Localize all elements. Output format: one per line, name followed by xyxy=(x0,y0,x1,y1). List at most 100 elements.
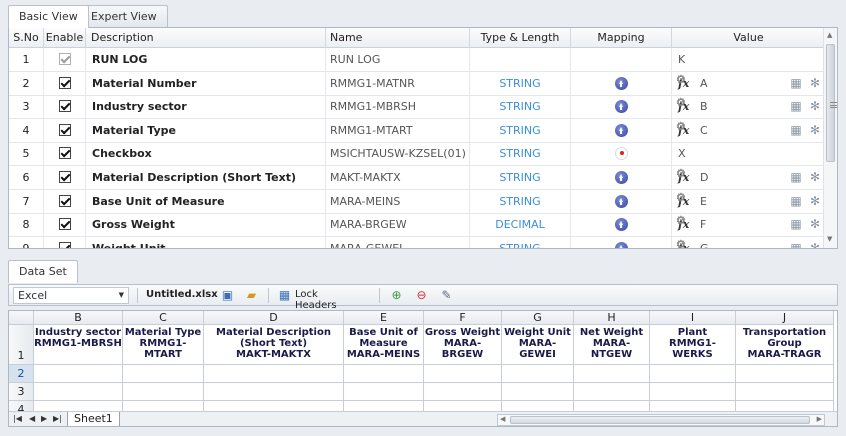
sheet-cell[interactable] xyxy=(650,383,736,401)
table-lookup-icon[interactable]: ▦ xyxy=(789,217,803,231)
table-lookup-icon[interactable]: ▦ xyxy=(789,170,803,184)
grid-vertical-scrollbar[interactable]: ▲ ▼ xyxy=(823,28,837,248)
remove-sheet-icon[interactable]: ⊖ xyxy=(414,288,429,303)
mapping-upload-icon[interactable] xyxy=(614,194,628,208)
column-header[interactable]: D xyxy=(204,311,344,325)
mapping-upload-icon[interactable] xyxy=(614,123,628,137)
column-header[interactable]: I xyxy=(650,311,736,325)
formula-icon[interactable]: fx xyxy=(676,166,694,189)
settings-gear-icon[interactable]: ✻ xyxy=(808,194,822,208)
enable-checkbox[interactable] xyxy=(58,171,71,183)
column-header[interactable]: C xyxy=(123,311,204,325)
header-cell[interactable]: Material Description (Short Text) MAKT-M… xyxy=(204,325,344,365)
lock-headers-button[interactable]: ▦ Lock Headers xyxy=(277,285,357,311)
sheet-cell[interactable] xyxy=(344,365,424,383)
header-mapping[interactable]: Mapping xyxy=(571,28,672,48)
settings-gear-icon[interactable]: ✻ xyxy=(808,99,822,113)
settings-gear-icon[interactable]: ✻ xyxy=(808,217,822,231)
value-cell[interactable]: K xyxy=(672,48,825,72)
mapping-upload-icon[interactable] xyxy=(614,100,628,114)
table-lookup-icon[interactable]: ▦ xyxy=(789,99,803,113)
sheet-corner[interactable] xyxy=(9,311,34,325)
sheet-cell[interactable] xyxy=(736,383,834,401)
grid-row[interactable]: 2 Material NumberRMMG1-MATNRSTRING fx A ▦ ✻ xyxy=(9,71,825,96)
sheet-tab-sheet1[interactable]: Sheet1 xyxy=(67,412,120,426)
value-cell[interactable]: fx F ▦ ✻ xyxy=(672,213,825,237)
sheet-cell[interactable] xyxy=(424,383,502,401)
table-lookup-icon[interactable]: ▦ xyxy=(789,194,803,208)
header-value[interactable]: Value xyxy=(672,28,825,48)
sheet-cell[interactable] xyxy=(34,365,123,383)
mapping-upload-icon[interactable] xyxy=(614,76,628,90)
header-type-length[interactable]: Type & Length xyxy=(470,28,571,48)
next-sheet-icon[interactable]: ▶ xyxy=(41,414,47,423)
column-header[interactable]: G xyxy=(502,311,574,325)
grid-row[interactable]: 1 RUN LOG RUN LOG K xyxy=(9,48,825,72)
grid-row[interactable]: 6 Material Description (Short Text) MAKT-M… xyxy=(9,166,825,190)
value-cell[interactable]: fx C ▦ ✻ xyxy=(672,119,825,143)
settings-gear-icon[interactable]: ✻ xyxy=(808,123,822,137)
value-cell[interactable]: fx G ▦ ✻ xyxy=(672,237,825,248)
header-cell[interactable]: Base Unit of Measure MARA-MEINS xyxy=(344,325,424,365)
mapping-pin-icon[interactable] xyxy=(614,147,628,161)
scroll-left-icon[interactable]: ◀ xyxy=(500,415,505,423)
header-cell[interactable]: Industry sector RMMG1-MBRSH xyxy=(34,325,123,365)
formula-icon[interactable]: fx xyxy=(676,213,694,236)
header-enable[interactable]: Enable xyxy=(44,28,86,48)
value-cell[interactable]: fx A ▦ ✻ xyxy=(672,72,825,96)
header-sno[interactable]: S.No xyxy=(9,28,44,48)
enable-checkbox[interactable] xyxy=(58,147,71,160)
column-header[interactable]: E xyxy=(344,311,424,325)
settings-gear-icon[interactable]: ✻ xyxy=(808,241,822,248)
sheet-cell[interactable] xyxy=(204,383,344,401)
enable-checkbox[interactable] xyxy=(58,76,71,89)
formula-icon[interactable]: fx xyxy=(676,190,694,213)
sheet-cell[interactable] xyxy=(574,365,650,383)
column-header[interactable]: H xyxy=(574,311,650,325)
header-description[interactable]: Description xyxy=(86,28,326,48)
sheet-cell[interactable] xyxy=(344,383,424,401)
add-sheet-icon[interactable]: ⊕ xyxy=(389,288,404,303)
header-cell[interactable]: Plant RMMG1-WERKS xyxy=(650,325,736,365)
enable-checkbox[interactable] xyxy=(58,218,71,231)
first-sheet-icon[interactable]: |◀ xyxy=(13,414,22,423)
row-header[interactable]: 3 xyxy=(9,383,34,401)
hscroll-thumb[interactable] xyxy=(510,416,810,424)
sheet-cell[interactable] xyxy=(650,365,736,383)
scroll-up-icon[interactable]: ▲ xyxy=(827,31,832,39)
header-cell[interactable]: Gross Weight MARA-BRGEW xyxy=(424,325,502,365)
column-header[interactable]: B xyxy=(34,311,123,325)
scrollbar-thumb[interactable] xyxy=(826,44,837,162)
formula-icon[interactable]: fx xyxy=(676,237,694,248)
sheet-horizontal-scrollbar[interactable]: ◀ ▶ xyxy=(497,414,825,426)
table-lookup-icon[interactable]: ▦ xyxy=(789,241,803,248)
sheet-cell[interactable] xyxy=(123,383,204,401)
prev-sheet-icon[interactable]: ◀ xyxy=(29,414,35,423)
sheet-cell[interactable] xyxy=(204,365,344,383)
table-lookup-icon[interactable]: ▦ xyxy=(789,76,803,90)
grid-row[interactable]: 9 Weight UnitMARA-GEWEISTRING fx G ▦ ✻ xyxy=(9,236,825,248)
tab-basic-view[interactable]: Basic View xyxy=(8,5,89,28)
tab-expert-view[interactable]: Expert View xyxy=(80,5,168,27)
enable-checkbox[interactable] xyxy=(58,194,71,207)
sheet-cell[interactable] xyxy=(34,383,123,401)
row-header[interactable]: 1 xyxy=(9,325,34,365)
settings-gear-icon[interactable]: ✻ xyxy=(808,170,822,184)
grid-row[interactable]: 8 Gross WeightMARA-BRGEWDECIMAL fx F ▦ ✻ xyxy=(9,213,825,238)
value-cell[interactable]: fx E ▦ ✻ xyxy=(672,190,825,214)
value-cell[interactable]: fx B ▦ ✻ xyxy=(672,95,825,119)
source-type-select[interactable]: Excel xyxy=(13,287,129,304)
value-cell[interactable]: X xyxy=(672,142,825,166)
header-cell[interactable]: Transportation Group MARA-TRAGR xyxy=(736,325,834,365)
header-name[interactable]: Name xyxy=(326,28,470,48)
header-cell[interactable]: Material Type RMMG1-MTART xyxy=(123,325,204,365)
formula-icon[interactable]: fx xyxy=(676,72,694,95)
row-header[interactable]: 2 xyxy=(9,365,34,383)
sheet-cell[interactable] xyxy=(574,383,650,401)
mapping-upload-icon[interactable] xyxy=(614,171,628,184)
tab-data-set[interactable]: Data Set xyxy=(8,260,78,283)
header-cell[interactable]: Weight Unit MARA-GEWEI xyxy=(502,325,574,365)
sheet-cell[interactable] xyxy=(736,365,834,383)
settings-gear-icon[interactable]: ✻ xyxy=(808,76,822,90)
mapping-upload-icon[interactable] xyxy=(614,218,628,232)
